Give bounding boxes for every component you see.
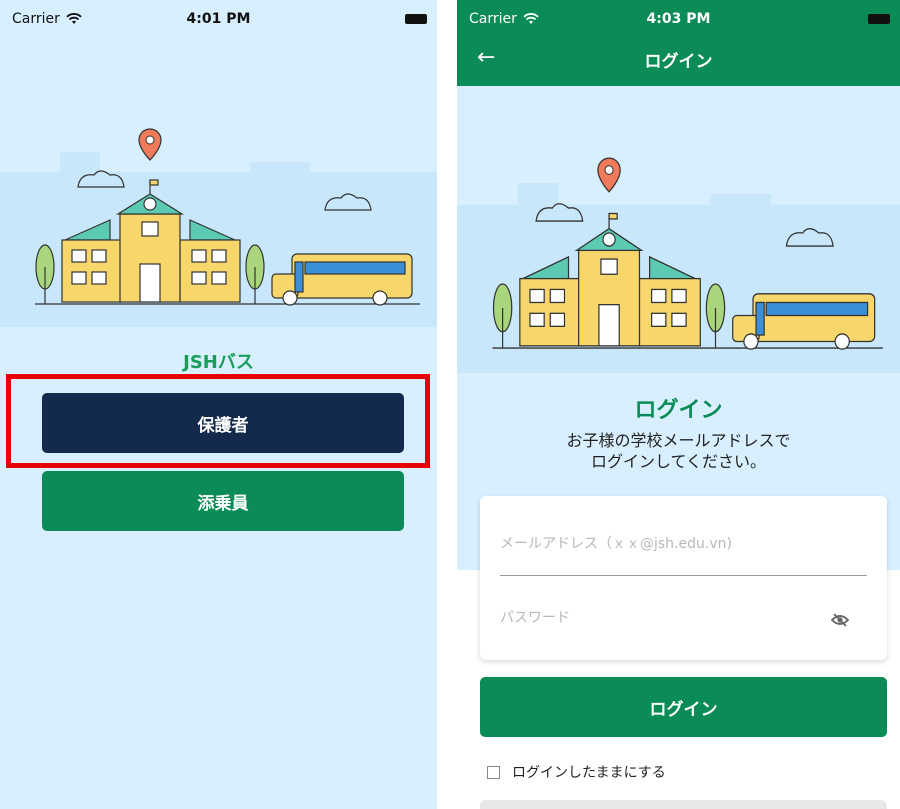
battery-icon bbox=[405, 14, 427, 24]
login-screen: ← ログイン Carrier 4:03 PM ログイン お子様の学校メールアドレ… bbox=[457, 0, 900, 809]
role-select-screen: Carrier 4:01 PM JSHバス 保護者 添乗員 bbox=[0, 0, 437, 809]
eye-off-icon[interactable] bbox=[831, 612, 849, 628]
checkbox-box[interactable] bbox=[487, 765, 500, 779]
school-bus-illustration bbox=[0, 92, 437, 327]
remember-me-checkbox[interactable]: ログインしたままにする bbox=[487, 762, 666, 782]
app-title: JSHバス bbox=[183, 352, 254, 373]
subtitle-line-2: ログインしてください。 bbox=[590, 452, 767, 471]
map-pin-icon bbox=[138, 128, 162, 161]
status-bar: Carrier 4:01 PM bbox=[0, 0, 437, 36]
appbar-title: ログイン bbox=[644, 52, 713, 72]
bus-illustration bbox=[732, 293, 876, 350]
login-subtitle: お子様の学校メールアドレスで ログインしてください。 bbox=[497, 430, 860, 472]
school-bus-illustration bbox=[457, 118, 900, 373]
email-field[interactable] bbox=[500, 524, 867, 576]
bus-illustration bbox=[271, 253, 413, 306]
secondary-button[interactable] bbox=[480, 800, 887, 809]
login-button[interactable]: ログイン bbox=[480, 677, 887, 737]
login-heading: ログイン bbox=[634, 398, 723, 423]
status-time: 4:01 PM bbox=[186, 11, 251, 27]
parent-button[interactable]: 保護者 bbox=[42, 393, 404, 453]
attendant-button[interactable]: 添乗員 bbox=[42, 471, 404, 531]
login-form-card bbox=[480, 496, 887, 660]
remember-me-label: ログインしたままにする bbox=[512, 765, 666, 781]
status-bar: Carrier 4:03 PM bbox=[457, 0, 900, 36]
battery-icon bbox=[868, 14, 890, 24]
map-pin-icon bbox=[597, 157, 621, 193]
status-time: 4:03 PM bbox=[646, 11, 711, 27]
subtitle-line-1: お子様の学校メールアドレスで bbox=[566, 431, 791, 450]
password-field[interactable] bbox=[500, 606, 827, 630]
